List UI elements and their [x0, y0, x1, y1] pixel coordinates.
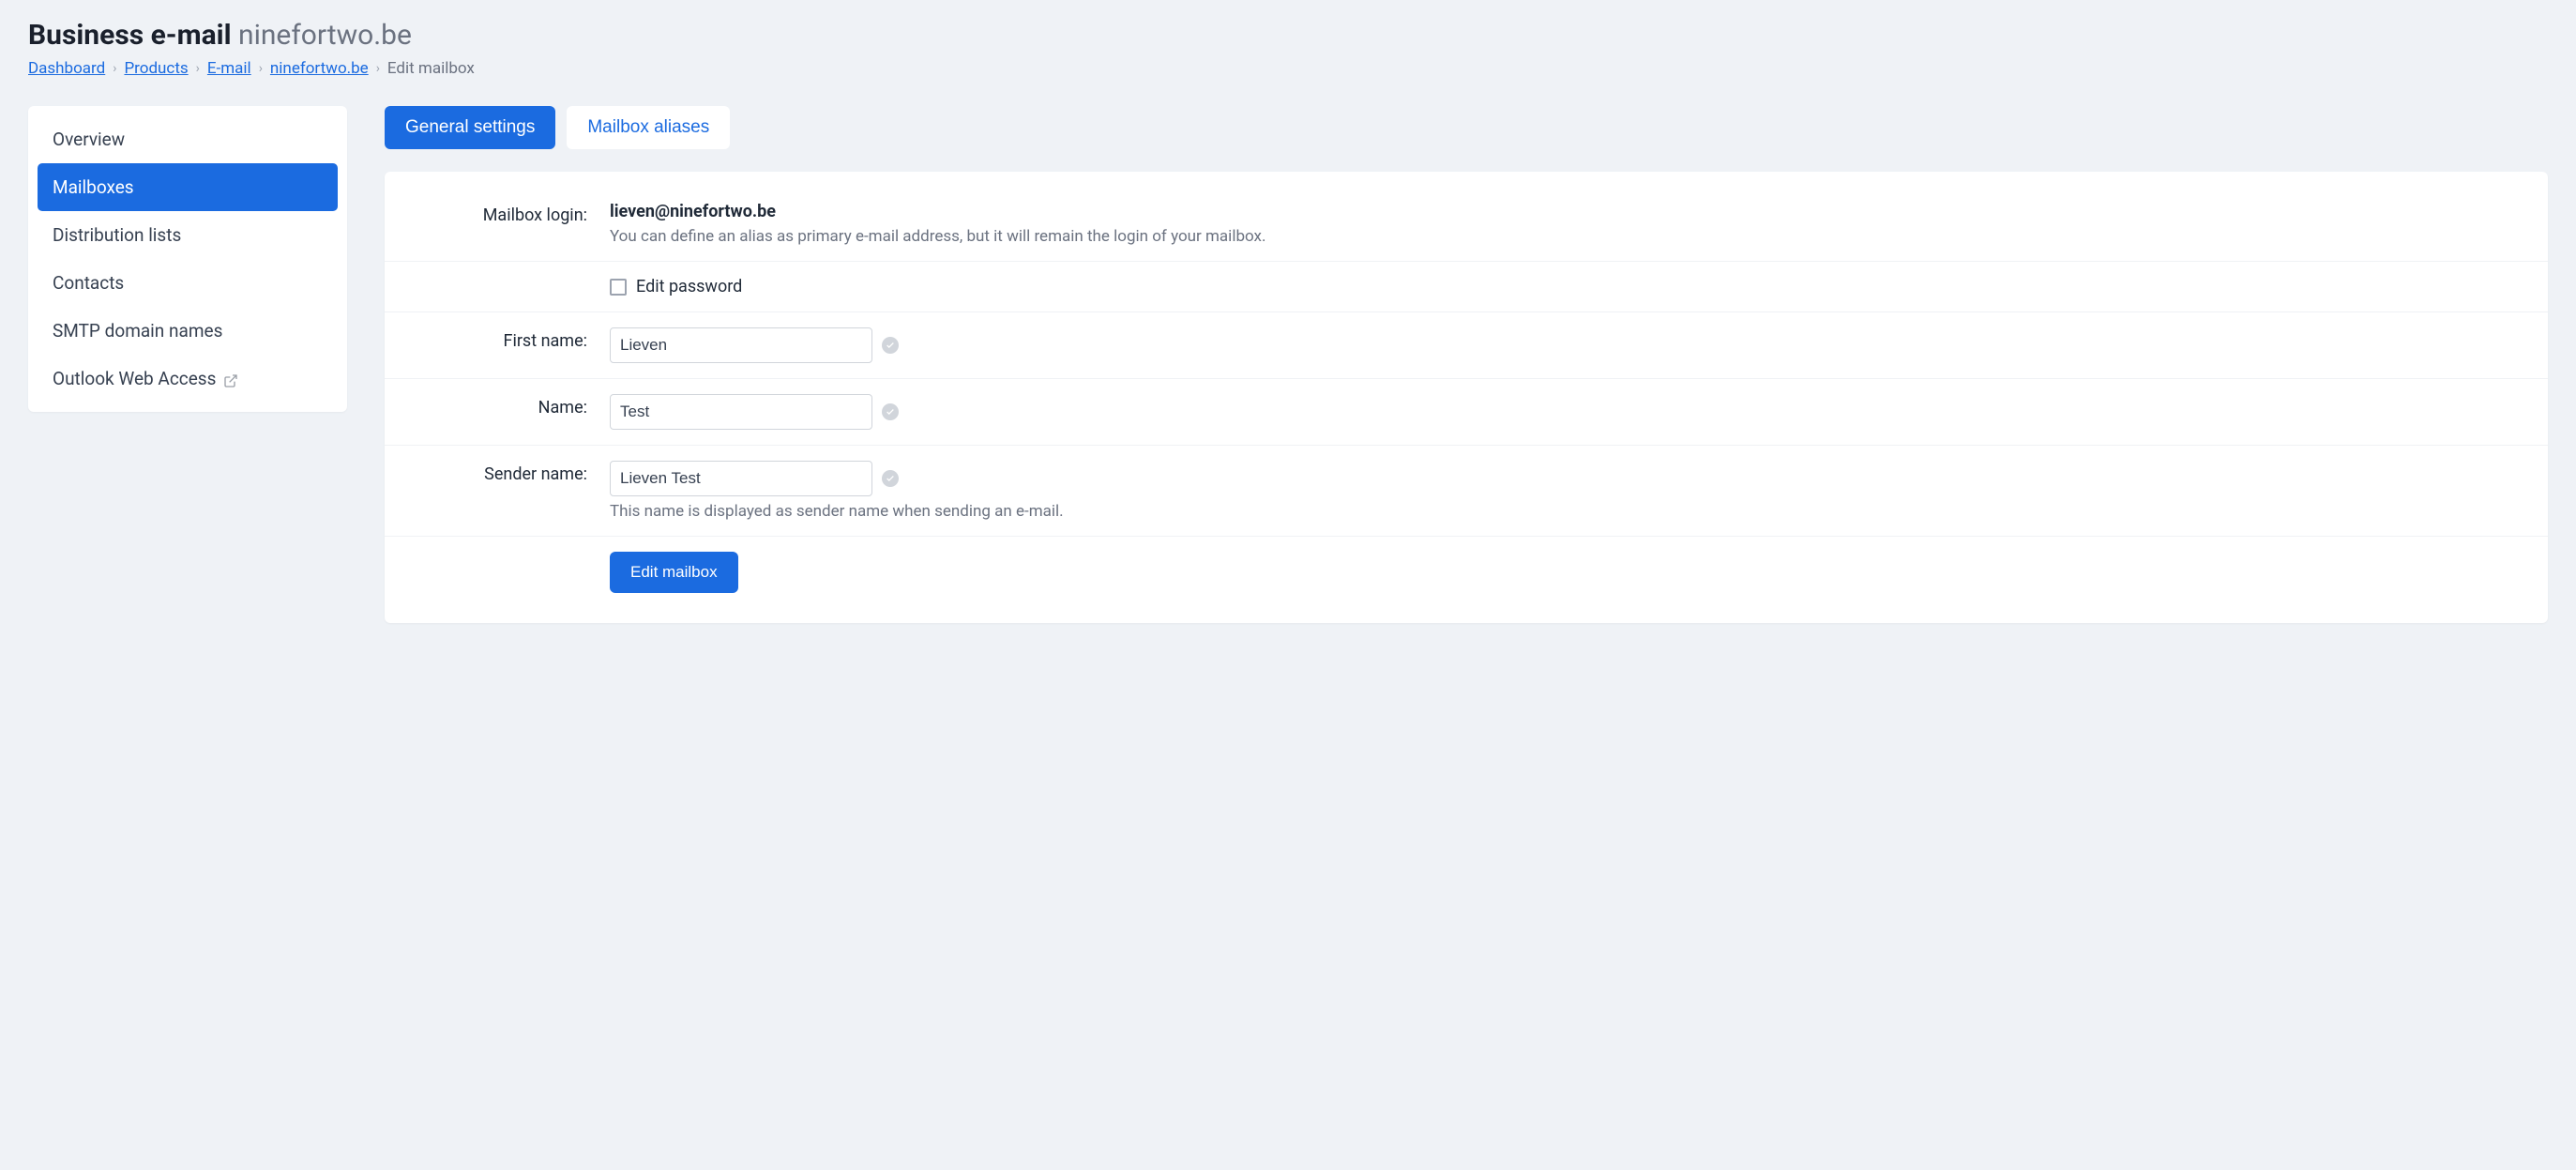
sidebar-item-label: Outlook Web Access	[53, 368, 216, 389]
breadcrumb-email[interactable]: E-mail	[207, 59, 251, 78]
edit-password-label: Edit password	[636, 277, 742, 296]
sender-name-input[interactable]	[610, 461, 872, 496]
chevron-right-icon: ›	[113, 61, 116, 76]
mailbox-login-value-wrap: lieven@ninefortwo.be You can define an a…	[610, 202, 2529, 246]
layout: Overview Mailboxes Distribution lists Co…	[28, 106, 2548, 623]
sender-name-label: Sender name:	[403, 461, 610, 484]
name-value-wrap	[610, 394, 2529, 430]
sidebar-item-smtp-domain-names[interactable]: SMTP domain names	[38, 307, 338, 355]
name-input[interactable]	[610, 394, 872, 430]
sender-name-input-wrap	[610, 461, 2529, 496]
check-circle-icon	[882, 403, 899, 420]
breadcrumb-products[interactable]: Products	[124, 59, 188, 78]
form-row-edit-password: Edit password	[385, 262, 2548, 312]
tab-general-settings[interactable]: General settings	[385, 106, 555, 149]
name-label: Name:	[403, 394, 610, 418]
form-row-sender-name: Sender name: This name is displayed as s…	[385, 446, 2548, 537]
page-title: Business e-mail ninefortwo.be	[28, 19, 2548, 52]
main-content: General settings Mailbox aliases Mailbox…	[385, 106, 2548, 623]
sender-name-hint: This name is displayed as sender name wh…	[610, 502, 2529, 521]
edit-mailbox-button[interactable]: Edit mailbox	[610, 552, 738, 593]
check-circle-icon	[882, 470, 899, 487]
name-input-wrap	[610, 394, 2529, 430]
chevron-right-icon: ›	[259, 61, 263, 76]
sidebar-item-distribution-lists[interactable]: Distribution lists	[38, 211, 338, 259]
sidebar-item-overview[interactable]: Overview	[38, 115, 338, 163]
tab-mailbox-aliases[interactable]: Mailbox aliases	[567, 106, 730, 149]
edit-password-checkbox-row: Edit password	[610, 277, 2529, 296]
edit-password-wrap: Edit password	[610, 277, 2529, 296]
mailbox-login-value: lieven@ninefortwo.be	[610, 202, 2529, 221]
first-name-input-wrap	[610, 327, 2529, 363]
sidebar-item-label: Distribution lists	[53, 224, 181, 246]
sender-name-value-wrap: This name is displayed as sender name wh…	[610, 461, 2529, 521]
mailbox-login-label: Mailbox login:	[403, 202, 610, 225]
sidebar: Overview Mailboxes Distribution lists Co…	[28, 106, 347, 412]
form-row-submit: Edit mailbox	[385, 537, 2548, 608]
breadcrumb: Dashboard › Products › E-mail › ninefort…	[28, 59, 2548, 78]
sidebar-item-label: SMTP domain names	[53, 320, 222, 342]
form-row-name: Name:	[385, 379, 2548, 446]
breadcrumb-dashboard[interactable]: Dashboard	[28, 59, 105, 78]
sidebar-item-label: Mailboxes	[53, 176, 134, 198]
breadcrumb-current: Edit mailbox	[387, 59, 475, 78]
sidebar-item-outlook-web-access[interactable]: Outlook Web Access	[38, 355, 338, 403]
breadcrumb-domain[interactable]: ninefortwo.be	[270, 59, 369, 78]
chevron-right-icon: ›	[196, 61, 200, 76]
page-header: Business e-mail ninefortwo.be Dashboard …	[28, 19, 2548, 78]
first-name-label: First name:	[403, 327, 610, 351]
first-name-value-wrap	[610, 327, 2529, 363]
edit-password-checkbox[interactable]	[610, 279, 627, 296]
chevron-right-icon: ›	[376, 61, 380, 76]
first-name-input[interactable]	[610, 327, 872, 363]
submit-spacer	[403, 552, 610, 593]
sidebar-item-mailboxes[interactable]: Mailboxes	[38, 163, 338, 211]
page-title-bold: Business e-mail	[28, 19, 232, 52]
check-circle-icon	[882, 337, 899, 354]
sidebar-item-label: Contacts	[53, 272, 124, 294]
form-row-first-name: First name:	[385, 312, 2548, 379]
page-title-domain: ninefortwo.be	[238, 19, 412, 52]
external-link-icon	[223, 372, 238, 387]
mailbox-login-hint: You can define an alias as primary e-mai…	[610, 227, 2529, 246]
edit-password-spacer	[403, 277, 610, 281]
form-row-mailbox-login: Mailbox login: lieven@ninefortwo.be You …	[385, 187, 2548, 262]
tabs: General settings Mailbox aliases	[385, 106, 2548, 149]
sidebar-item-contacts[interactable]: Contacts	[38, 259, 338, 307]
form-panel: Mailbox login: lieven@ninefortwo.be You …	[385, 172, 2548, 623]
sidebar-item-label: Overview	[53, 129, 125, 150]
